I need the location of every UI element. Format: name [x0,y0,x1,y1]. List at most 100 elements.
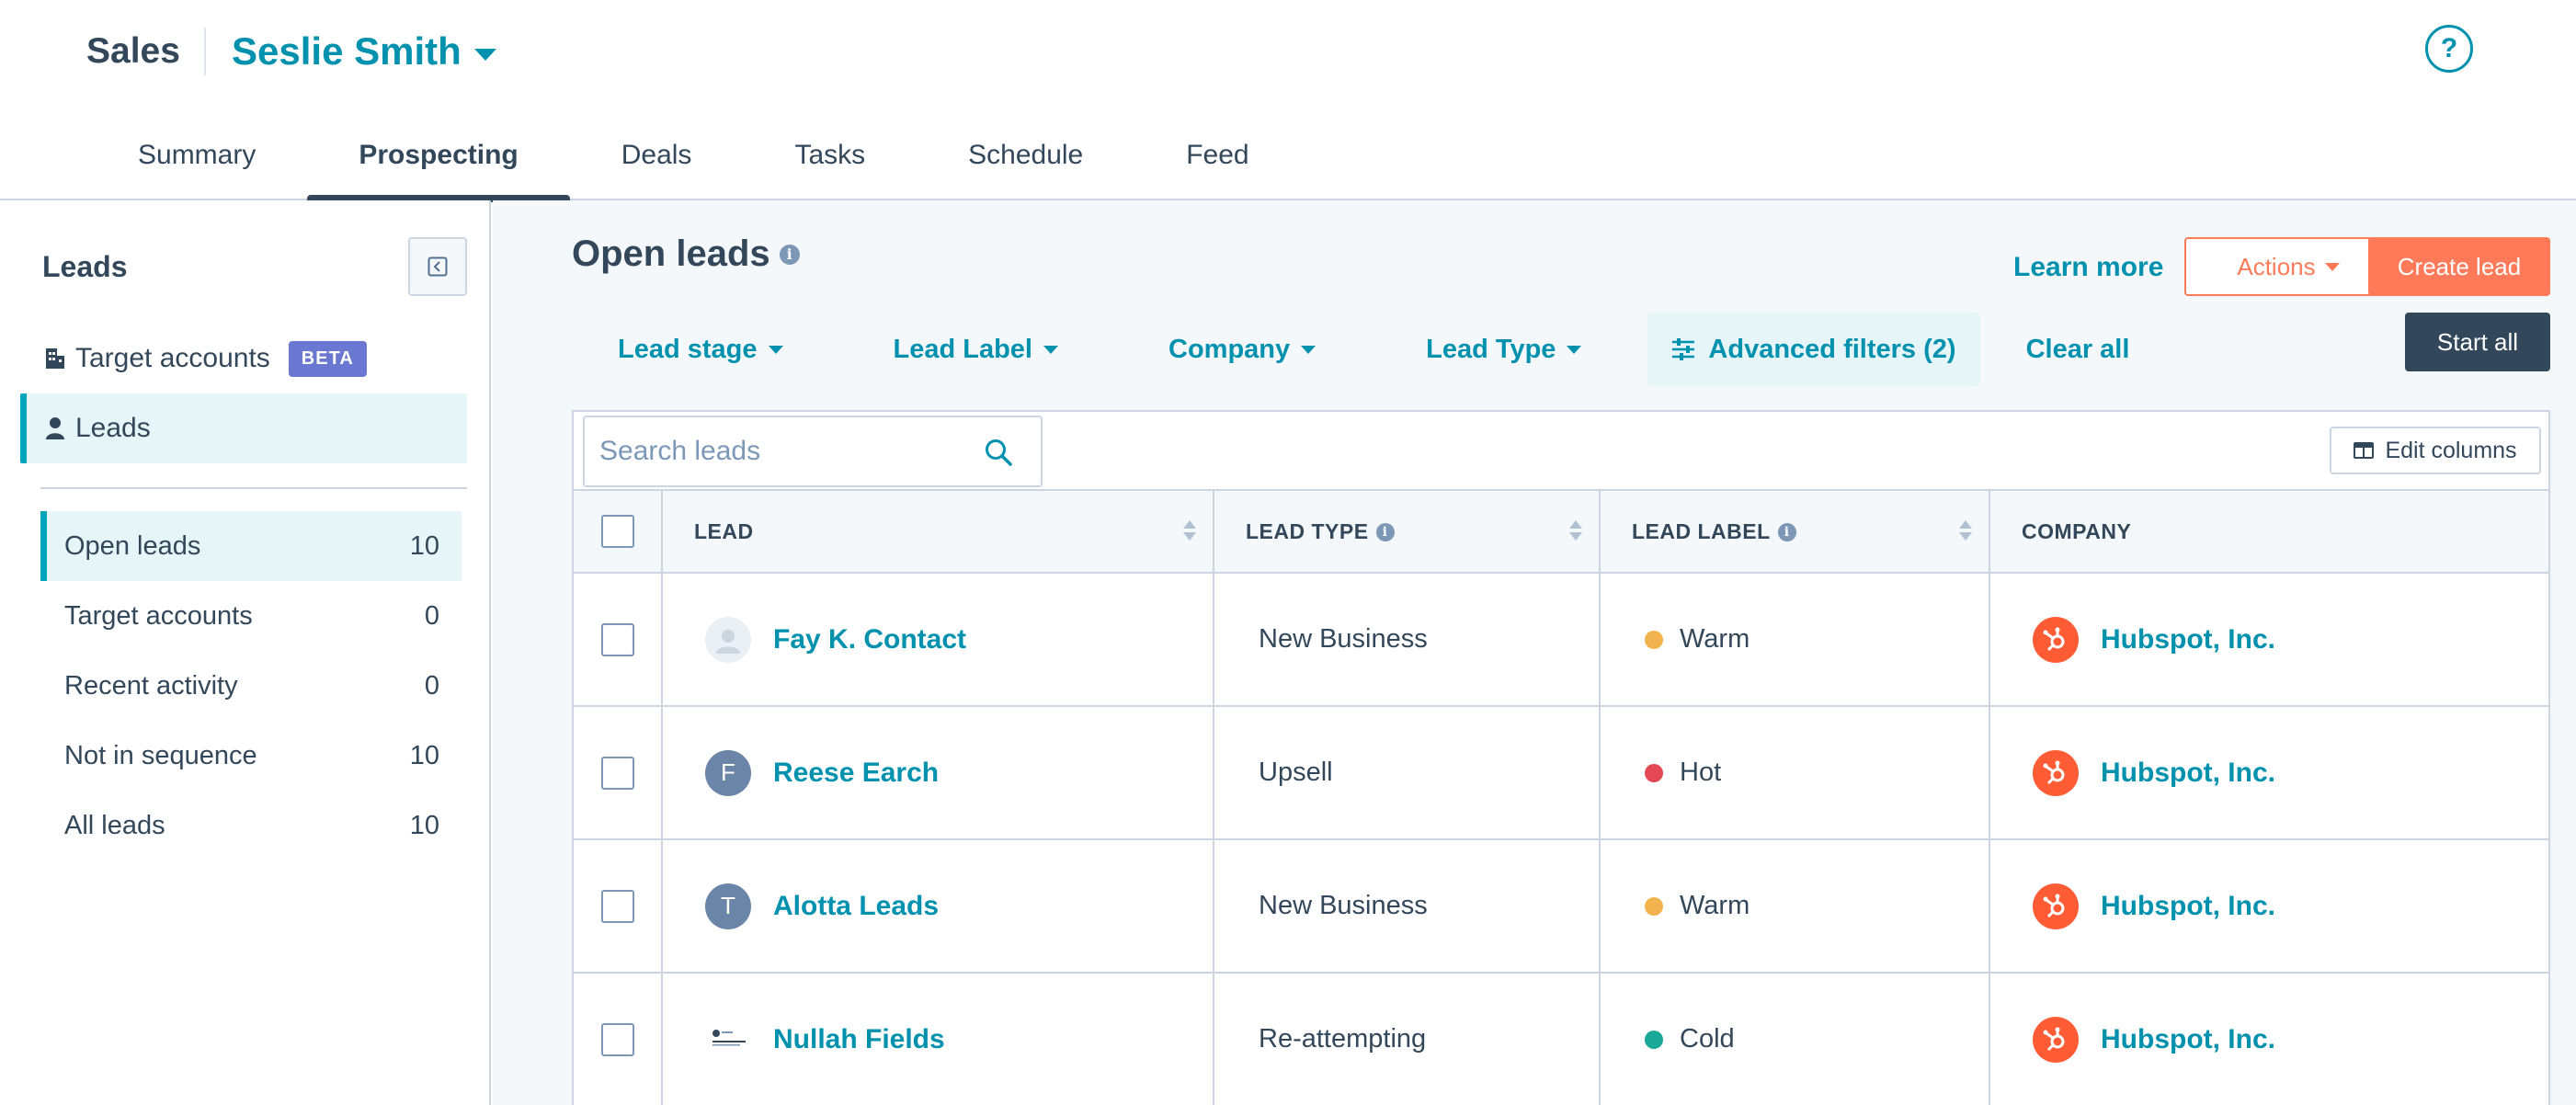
collapse-sidebar-button[interactable] [408,237,467,296]
lead-label-text: Hot [1680,758,1722,787]
view-count: 0 [424,600,439,631]
start-all-button[interactable]: Start all [2405,313,2550,371]
lead-type-cell: New Business [1214,839,1601,974]
row-checkbox[interactable] [600,622,634,656]
info-icon[interactable]: i [1777,523,1796,542]
row-select-cell [574,973,663,1105]
main-content: Open leads i Learn more Actions Create l… [493,200,2576,1105]
view-label: All leads [64,810,165,840]
advanced-filters-button[interactable]: Advanced filters (2) [1647,313,1980,386]
view-recent-activity[interactable]: Recent activity 0 [40,651,462,721]
filter-lead-label[interactable]: Lead Label [829,313,1105,386]
learn-more-link[interactable]: Learn more [2013,252,2163,283]
tab-tasks[interactable]: Tasks [743,134,917,200]
view-target-accounts[interactable]: Target accounts 0 [40,581,462,651]
status-dot [1645,763,1663,782]
lead-label-text: Warm [1680,624,1750,654]
table-row: Fay K. Contact New Business Warm Hubspot… [574,573,2548,707]
help-button[interactable]: ? [2425,25,2473,73]
view-count: 0 [424,670,439,701]
filter-label: Lead Type [1426,334,1556,364]
info-icon[interactable]: i [1375,523,1395,542]
view-open-leads[interactable]: Open leads 10 [40,511,462,581]
sidebar-item-target-accounts[interactable]: Target accounts BETA [20,324,467,393]
lead-name-link[interactable]: Nullah Fields [773,1024,945,1055]
sort-icon[interactable] [1959,520,1972,541]
lead-label-cell: Cold [1600,973,1990,1105]
view-all-leads[interactable]: All leads 10 [40,791,462,860]
company-cell: Hubspot, Inc. [1989,706,2548,840]
table-row: T Alotta Leads New Business Warm Hubspot… [574,839,2548,974]
lead-name-link[interactable]: Fay K. Contact [773,624,966,655]
leads-table: LEAD LEAD TYPE i LEAD LABEL i COMPANY Fa… [574,489,2548,1105]
sidebar-item-leads[interactable]: Leads [20,393,467,463]
company-link[interactable]: Hubspot, Inc. [2101,891,2275,922]
hubspot-logo-icon [2033,616,2079,663]
info-icon[interactable]: i [779,244,800,265]
view-not-in-sequence[interactable]: Not in sequence 10 [40,721,462,791]
sidebar-item-label: Target accounts [75,343,270,373]
page-title-text: Open leads [572,234,770,274]
search-input[interactable] [599,436,967,467]
tab-prospecting[interactable]: Prospecting [307,134,571,202]
view-count: 10 [409,740,439,770]
top-header: Sales Seslie Smith ? Summary Prospecting… [0,0,2576,202]
chevron-down-icon [1301,345,1316,354]
title-divider [204,28,206,75]
chevron-down-icon [768,345,783,354]
column-header-label: LEAD [694,518,754,543]
avatar: F [705,749,751,796]
column-header-lead-type[interactable]: LEAD TYPE i [1214,489,1601,574]
row-checkbox[interactable] [600,1022,634,1056]
actions-label: Actions [2237,252,2316,280]
lead-label-cell: Hot [1600,706,1990,840]
chevron-down-icon [2324,262,2340,271]
sidebar: Leads Target accounts BETA Leads Open le… [0,200,491,1105]
actions-button[interactable]: Actions [2184,237,2392,296]
tab-schedule[interactable]: Schedule [917,134,1134,200]
hubspot-logo-icon [2033,883,2079,929]
view-count: 10 [409,810,439,840]
sort-icon[interactable] [1183,520,1196,541]
filter-company[interactable]: Company [1104,313,1362,386]
company-logo-avatar [705,1017,751,1063]
select-all-checkbox[interactable] [600,515,634,548]
person-icon [42,416,68,440]
column-header-lead[interactable]: LEAD [662,489,1214,574]
filter-lead-stage[interactable]: Lead stage [572,313,829,386]
company-cell: Hubspot, Inc. [1989,573,2548,707]
lead-label-cell: Warm [1600,839,1990,974]
create-lead-button[interactable]: Create lead [2368,237,2550,296]
company-link[interactable]: Hubspot, Inc. [2101,624,2275,655]
column-header-lead-label[interactable]: LEAD LABEL i [1600,489,1990,574]
user-switcher[interactable]: Seslie Smith [232,29,496,74]
filter-bar: Lead stage Lead Label Company Lead Type [572,313,2129,386]
select-all-cell [574,489,663,574]
tab-summary[interactable]: Summary [101,134,307,200]
column-header-company[interactable]: COMPANY [1989,489,2548,574]
status-dot [1645,630,1663,649]
lead-name-link[interactable]: Reese Earch [773,758,939,789]
tab-feed[interactable]: Feed [1134,134,1300,200]
sidebar-item-label: Leads [75,413,151,443]
column-header-label: LEAD TYPE [1246,518,1369,543]
advanced-filters-label: Advanced filters (2) [1708,334,1956,364]
company-link[interactable]: Hubspot, Inc. [2101,758,2275,789]
row-select-cell [574,573,663,707]
search-icon[interactable] [984,438,1013,467]
table-row: F Reese Earch Upsell Hot Hubspot, Inc. [574,706,2548,840]
lead-cell: F Reese Earch [662,706,1214,840]
edit-columns-button[interactable]: Edit columns [2330,427,2541,474]
tab-deals[interactable]: Deals [570,134,744,200]
row-checkbox[interactable] [600,756,634,790]
sort-icon[interactable] [1569,520,1582,541]
clear-all-button[interactable]: Clear all [2026,335,2130,365]
lead-label-text: Warm [1680,891,1750,920]
company-link[interactable]: Hubspot, Inc. [2101,1024,2275,1055]
filter-label: Lead stage [618,334,758,364]
status-dot [1645,896,1663,916]
lead-name-link[interactable]: Alotta Leads [773,891,939,922]
saved-views-list: Open leads 10 Target accounts 0 Recent a… [40,511,462,860]
row-checkbox[interactable] [600,889,634,923]
filter-lead-type[interactable]: Lead Type [1362,313,1647,386]
